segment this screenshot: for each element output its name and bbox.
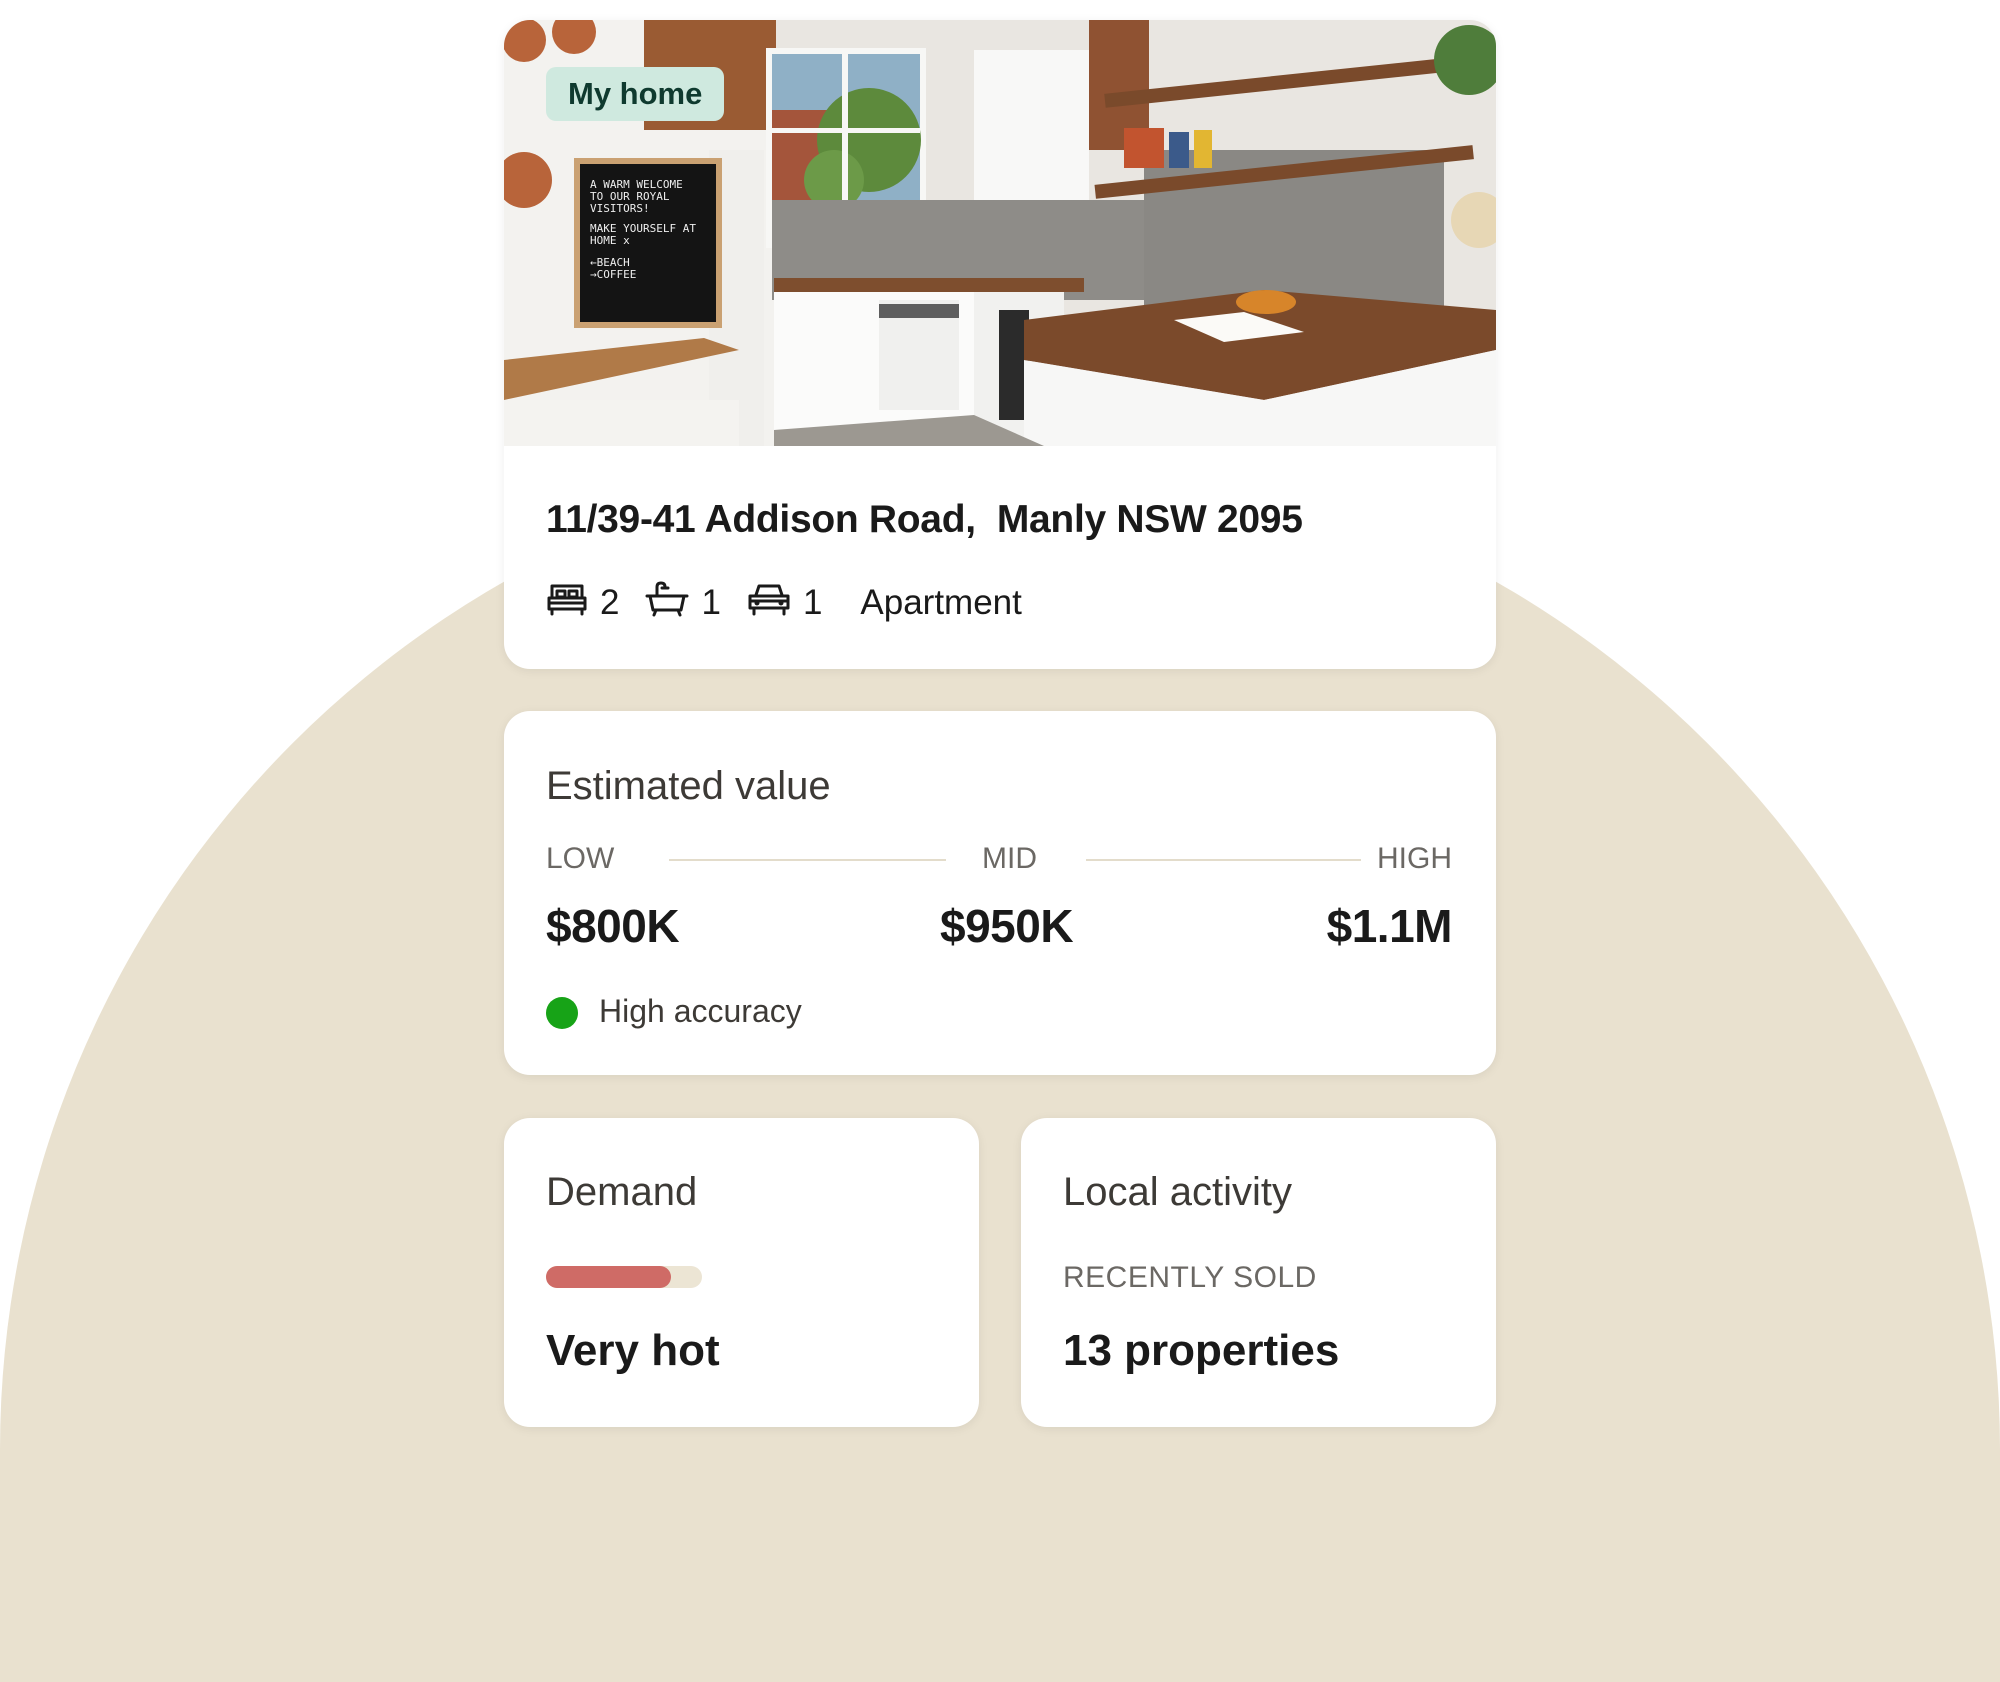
- mid-label: MID: [982, 842, 1037, 875]
- demand-meter: [546, 1266, 702, 1288]
- property-card[interactable]: A WARM WELCOME TO OUR ROYAL VISITORS! MA…: [504, 20, 1496, 669]
- low-value: $800K: [546, 900, 680, 952]
- mid-value: $950K: [940, 900, 1074, 952]
- accuracy-indicator-icon: [546, 997, 578, 1029]
- demand-title: Demand: [546, 1170, 698, 1214]
- estimated-value-card[interactable]: Estimated value LOW MID HIGH $800K $950K…: [504, 711, 1496, 1075]
- bed-icon: [546, 581, 600, 626]
- bath-icon: [645, 580, 701, 627]
- address-street: 11/39-41 Addison Road,: [546, 498, 976, 541]
- range-divider: [669, 859, 946, 861]
- local-activity-card[interactable]: Local activity RECENTLY SOLD 13 properti…: [1021, 1118, 1496, 1427]
- car-icon: [747, 581, 803, 626]
- letterboard-line: HOME x: [590, 234, 630, 247]
- range-divider: [1086, 859, 1361, 861]
- low-label: LOW: [546, 842, 615, 875]
- car-spaces-count: 1: [802, 583, 823, 622]
- bathrooms-count: 1: [701, 583, 721, 622]
- local-activity-title: Local activity: [1063, 1170, 1292, 1214]
- letterboard-line: →COFFEE: [590, 268, 636, 281]
- letterboard-line: VISITORS!: [590, 202, 650, 215]
- high-value: $1.1M: [1326, 900, 1453, 952]
- address-suburb: Manly NSW 2095: [996, 498, 1303, 541]
- bathrooms: 1: [645, 580, 721, 627]
- demand-meter-fill: [546, 1266, 671, 1288]
- bedrooms-count: 2: [600, 583, 620, 622]
- recently-sold-count: 13 properties: [1063, 1326, 1340, 1375]
- property-type: Apartment: [860, 583, 1022, 622]
- property-address[interactable]: 11/39-41 Addison Road, Manly NSW 2095: [546, 498, 1303, 542]
- car-spaces: 1: [747, 581, 822, 626]
- recently-sold-label: RECENTLY SOLD: [1063, 1261, 1317, 1294]
- demand-card[interactable]: Demand Very hot: [504, 1118, 979, 1427]
- property-features: 2 1 1 Apartment: [546, 578, 1022, 628]
- kitchen-photo: A WARM WELCOME TO OUR ROYAL VISITORS! MA…: [504, 20, 1496, 446]
- estimated-value-title: Estimated value: [546, 764, 831, 808]
- demand-level: Very hot: [546, 1326, 720, 1375]
- my-home-badge: My home: [546, 67, 725, 121]
- high-label: HIGH: [1377, 842, 1452, 875]
- bedrooms: 2: [546, 581, 619, 626]
- accuracy-label: High accuracy: [599, 993, 802, 1029]
